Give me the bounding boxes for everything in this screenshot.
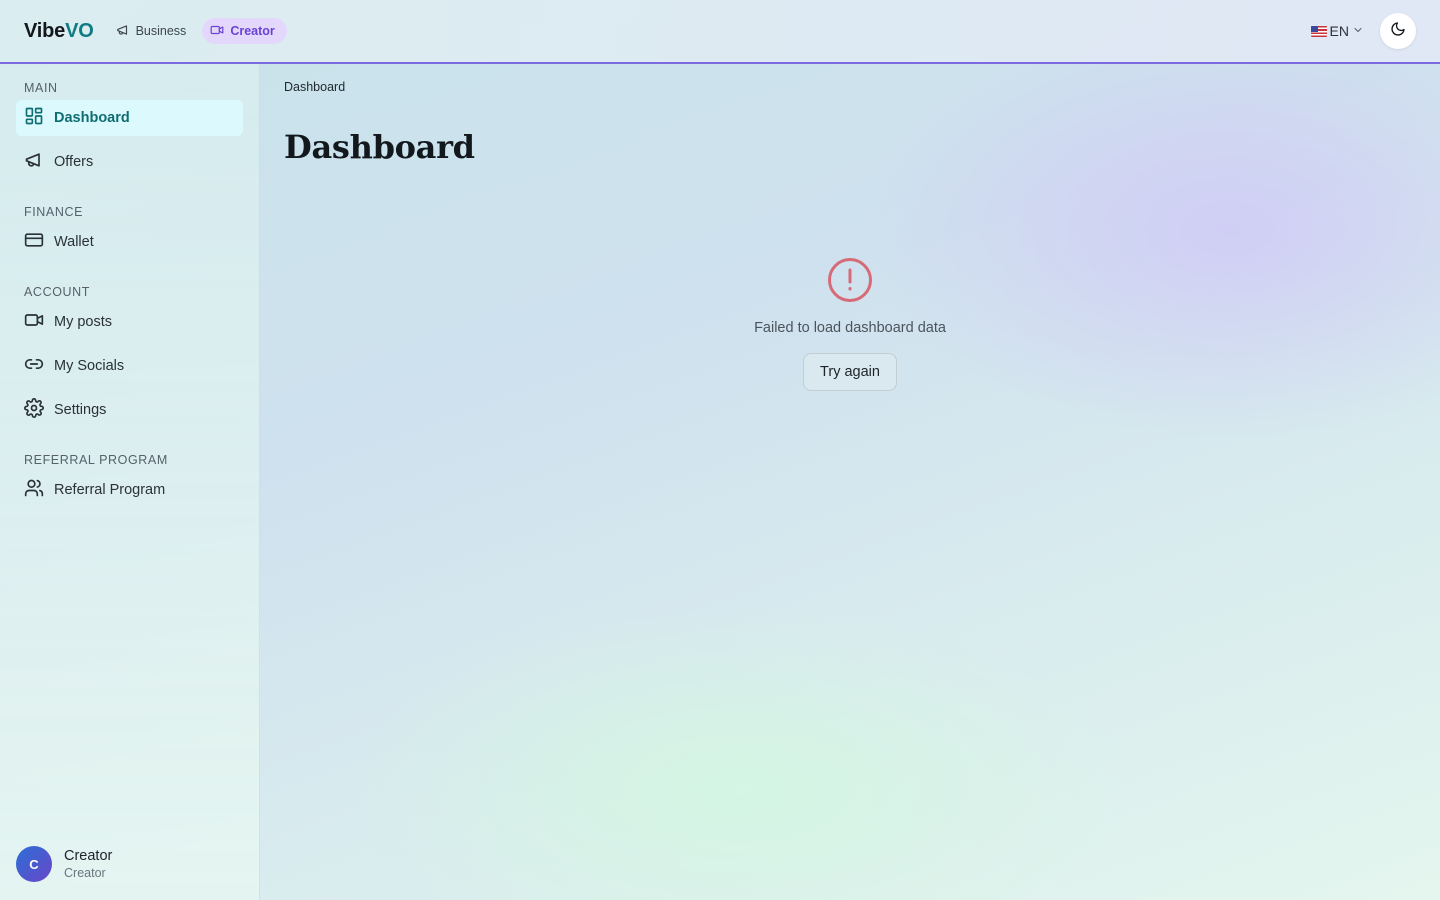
megaphone-icon — [24, 150, 44, 174]
top-header: VibeVO Business Creator EN — [0, 0, 1440, 64]
sidebar-item-referral-program[interactable]: Referral Program — [16, 472, 243, 508]
page-title: Dashboard — [284, 128, 475, 166]
sidebar-item-label: Dashboard — [54, 110, 130, 126]
error-message: Failed to load dashboard data — [754, 320, 946, 336]
sidebar-item-offers[interactable]: Offers — [16, 144, 243, 180]
mode-creator-button[interactable]: Creator — [202, 18, 287, 44]
brand-logo[interactable]: VibeVO — [24, 20, 94, 43]
mode-business-label: Business — [135, 24, 187, 38]
sidebar-item-wallet[interactable]: Wallet — [16, 224, 243, 260]
sidebar-item-label: Wallet — [54, 234, 94, 250]
mode-switch: Business Creator — [108, 18, 287, 44]
mode-business-button[interactable]: Business — [108, 18, 199, 44]
sidebar-item-label: Settings — [54, 402, 107, 418]
section-label-account: ACCOUNT — [24, 285, 91, 299]
language-selector[interactable]: EN — [1310, 23, 1364, 39]
brand-accent: VO — [65, 19, 94, 42]
credit-card-icon — [24, 230, 44, 254]
gear-icon — [24, 398, 44, 422]
section-label-referral: REFERRAL PROGRAM — [24, 453, 168, 467]
user-name: Creator — [64, 848, 113, 864]
user-profile[interactable]: C Creator Creator — [16, 846, 112, 882]
dashboard-grid-icon — [24, 106, 44, 130]
sidebar-item-label: My posts — [54, 314, 113, 330]
header-actions: EN — [1310, 13, 1416, 49]
megaphone-icon — [116, 23, 130, 40]
sidebar-item-label: My Socials — [54, 358, 125, 374]
error-state: Failed to load dashboard data Try again — [700, 256, 1000, 391]
user-role: Creator — [64, 866, 106, 880]
avatar: C — [16, 846, 52, 882]
breadcrumb[interactable]: Dashboard — [284, 80, 345, 94]
video-icon — [210, 23, 224, 40]
try-again-button[interactable]: Try again — [803, 353, 897, 391]
theme-toggle-button[interactable] — [1380, 13, 1416, 49]
us-flag-icon — [1310, 25, 1327, 37]
mode-creator-label: Creator — [230, 24, 275, 38]
user-info: Creator Creator — [64, 847, 112, 881]
section-label-finance: FINANCE — [24, 205, 84, 219]
sidebar-item-my-posts[interactable]: My posts — [16, 304, 243, 340]
link-icon — [24, 354, 44, 378]
alert-circle-icon — [826, 256, 874, 304]
section-label-main: MAIN — [24, 81, 58, 95]
sidebar-item-settings[interactable]: Settings — [16, 392, 243, 428]
video-icon — [24, 310, 44, 334]
sidebar-item-label: Offers — [54, 154, 94, 170]
sidebar-item-my-socials[interactable]: My Socials — [16, 348, 243, 384]
sidebar-item-dashboard[interactable]: Dashboard — [16, 100, 243, 136]
sidebar: MAIN Dashboard Offers FINANCE Wallet ACC… — [0, 64, 260, 900]
sidebar-item-label: Referral Program — [54, 482, 166, 498]
users-icon — [24, 478, 44, 502]
moon-icon — [1390, 21, 1406, 42]
brand-primary: Vibe — [24, 19, 66, 42]
language-label: EN — [1329, 23, 1349, 39]
chevron-down-icon — [1352, 23, 1364, 39]
